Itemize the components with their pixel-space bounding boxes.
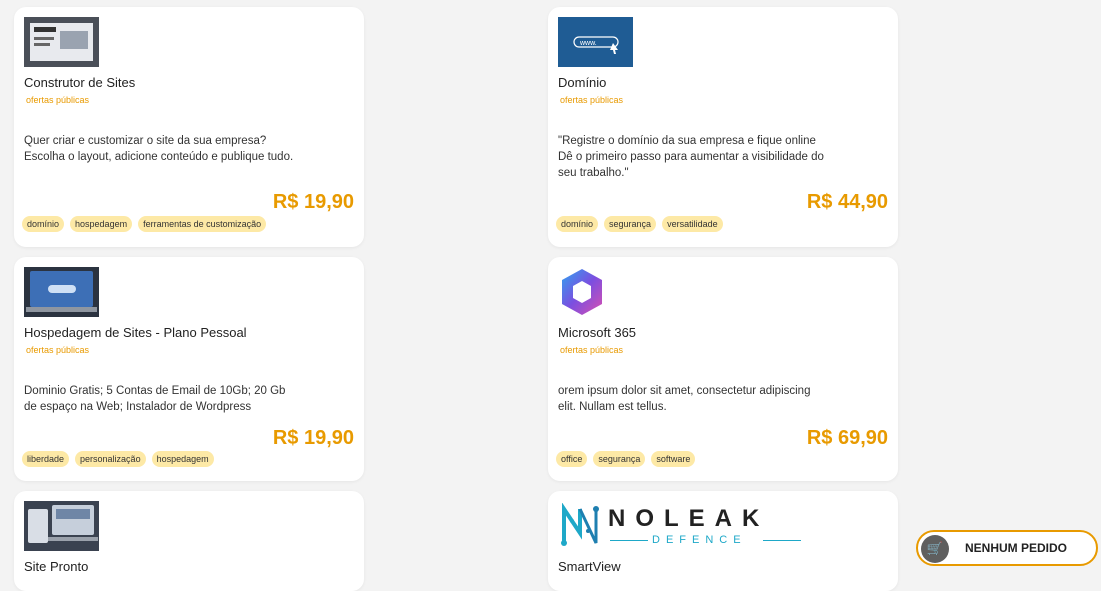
product-title[interactable]: Hospedagem de Sites - Plano Pessoal xyxy=(24,325,247,340)
tag: domínio xyxy=(22,216,65,232)
tag-list: domínio segurança versatilidade xyxy=(556,216,723,232)
tag: domínio xyxy=(556,216,599,232)
logo-wordmark: NOLEAK xyxy=(608,505,770,532)
product-thumbnail xyxy=(24,267,99,317)
product-title[interactable]: SmartView xyxy=(558,559,621,574)
product-thumbnail xyxy=(24,17,99,67)
product-thumbnail xyxy=(24,501,99,551)
logo-line xyxy=(763,540,801,541)
tag: hospedagem xyxy=(70,216,133,232)
product-card[interactable]: NOLEAK DEFENCE SmartView xyxy=(548,491,898,591)
tag: ferramentas de customização xyxy=(138,216,267,232)
tag: versatilidade xyxy=(662,216,723,232)
tag-list: domínio hospedagem ferramentas de custom… xyxy=(22,216,267,232)
tag: personalização xyxy=(75,451,146,467)
product-description: orem ipsum dolor sit amet, consectetur a… xyxy=(558,385,811,413)
tag: hospedagem xyxy=(151,451,214,467)
tag: liberdade xyxy=(22,451,70,467)
offer-label: ofertas públicas xyxy=(26,345,90,355)
product-description: Dominio Gratis; 5 Contas de Email de 10G… xyxy=(24,385,286,413)
product-price: R$ 69,90 xyxy=(806,427,888,449)
product-card[interactable]: Construtor de Sites ofertas públicas Que… xyxy=(14,7,364,247)
offer-label: ofertas públicas xyxy=(26,95,90,105)
tag: segurança xyxy=(593,451,646,467)
product-card[interactable]: www. Domínio ofertas públicas "Registre … xyxy=(548,7,898,247)
microsoft-365-logo xyxy=(558,267,606,317)
tag: office xyxy=(556,451,588,467)
product-card[interactable]: Microsoft 365 ofertas públicas orem ipsu… xyxy=(548,257,898,481)
logo-subtitle: DEFENCE xyxy=(652,534,747,546)
cart-button[interactable]: 🛒 NENHUM PEDIDO xyxy=(916,530,1098,566)
offer-label: ofertas públicas xyxy=(560,345,624,355)
tag-list: liberdade personalização hospedagem xyxy=(22,451,214,467)
product-price: R$ 44,90 xyxy=(806,191,888,213)
product-description: "Registre o domínio da sua empresa e fiq… xyxy=(558,135,824,179)
product-title[interactable]: Site Pronto xyxy=(24,559,88,574)
noleak-defence-logo: NOLEAK DEFENCE xyxy=(558,503,808,549)
logo-line xyxy=(610,540,648,541)
product-title[interactable]: Construtor de Sites xyxy=(24,75,135,90)
offer-label: ofertas públicas xyxy=(560,95,624,105)
product-price: R$ 19,90 xyxy=(272,427,354,449)
tag: segurança xyxy=(604,216,657,232)
product-title[interactable]: Microsoft 365 xyxy=(558,325,636,340)
product-title[interactable]: Domínio xyxy=(558,75,606,90)
product-card[interactable]: Site Pronto xyxy=(14,491,364,591)
cart-icon: 🛒 xyxy=(921,535,949,563)
product-card[interactable]: Hospedagem de Sites - Plano Pessoal ofer… xyxy=(14,257,364,481)
product-price: R$ 19,90 xyxy=(272,191,354,213)
thumb-www-text: www. xyxy=(579,40,597,47)
cart-status-label: NENHUM PEDIDO xyxy=(965,541,1068,555)
tag-list: office segurança software xyxy=(556,451,696,467)
tag: software xyxy=(651,451,696,467)
product-description: Quer criar e customizar o site da sua em… xyxy=(24,135,294,163)
product-thumbnail: www. xyxy=(558,17,633,67)
